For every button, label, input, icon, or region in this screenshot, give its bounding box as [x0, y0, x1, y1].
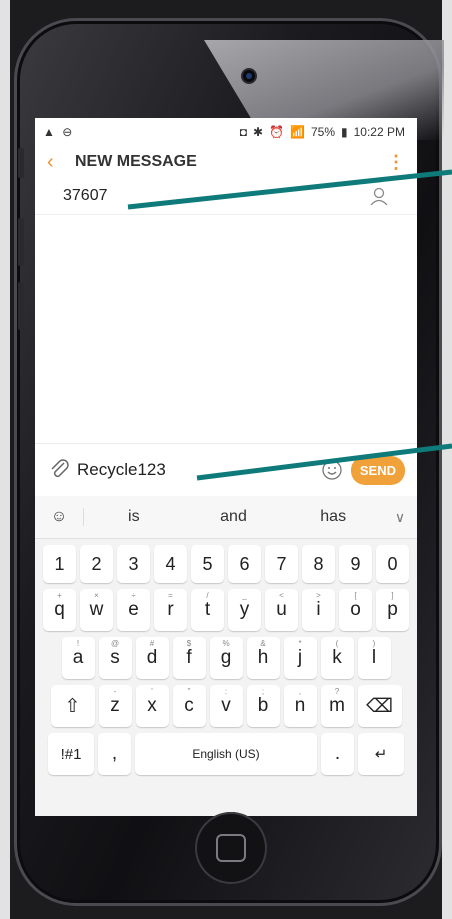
annotation-line-message: [196, 443, 452, 481]
annotation-overlay: [127, 169, 452, 481]
annotation-line-recipient: [127, 169, 452, 210]
